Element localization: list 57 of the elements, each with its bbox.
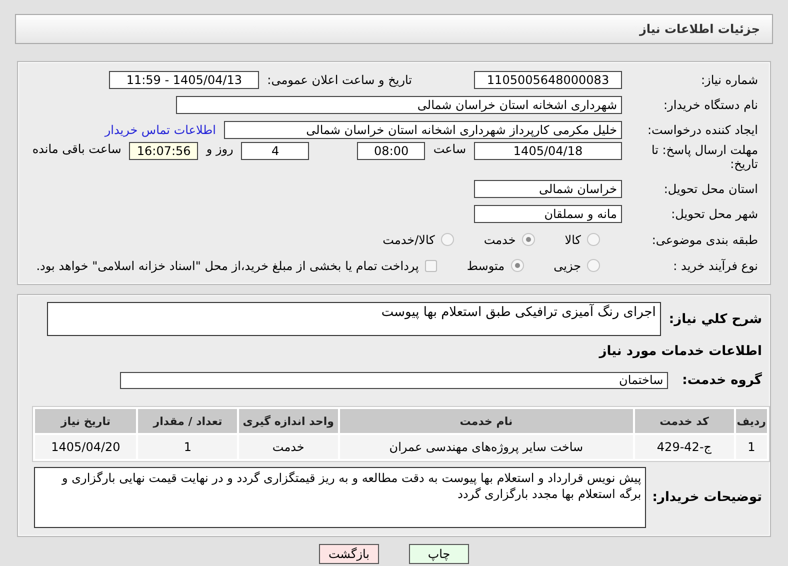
radio-button[interactable] <box>587 259 600 272</box>
section-heading: اطلاعات خدمات مورد نیاز <box>599 344 762 358</box>
province-field: خراسان شمالی <box>474 180 622 198</box>
payment-option-label: پرداخت تمام یا بخشی از مبلغ خرید،از محل "اسناد خزانه اسلامی" خواهد بود. <box>36 258 419 272</box>
service-group-field: ساختمان <box>120 372 668 388</box>
column-header: واحد اندازه گیری <box>239 409 338 433</box>
radio-button[interactable] <box>587 233 600 246</box>
radio-label: کالا/خدمت <box>382 232 435 246</box>
need-number-field: 1105005648000083 <box>474 70 622 88</box>
summary-label: شرح كلي نياز: <box>668 311 762 327</box>
city-field: مانه و سملقان <box>474 204 622 222</box>
buyer-notes-textarea: پیش نویس قرارداد و استعلام بها پیوست به دقت مطالعه و به ریز قیمتگزاری گردد و در نهایت قیمت نهایی بارگزاری و برگه استعلام بها مجدد بارگزاری گردد <box>34 467 646 528</box>
table-cell: ج-42-429 <box>634 435 734 459</box>
page-title: جزئیات اطلاعات نیاز <box>639 22 760 36</box>
radio-label: خدمت <box>484 232 516 246</box>
field-label: تاریخ و ساعت اعلان عمومی: <box>267 72 412 86</box>
field-label: مهلت ارسال پاسخ: تا تاریخ: <box>650 142 758 171</box>
field-label: طبقه بندی موضوعی: <box>650 232 758 246</box>
table-cell: 1 <box>736 435 767 459</box>
radio-button[interactable] <box>522 233 535 246</box>
print-button[interactable]: چاپ <box>409 544 469 564</box>
field-label: ساعت باقی مانده <box>32 142 122 156</box>
table-cell: 1 <box>138 435 238 459</box>
field-label: ساعت <box>433 142 466 156</box>
back-button[interactable]: بازگشت <box>319 544 379 564</box>
payment-checkbox[interactable] <box>424 260 437 272</box>
field-label: توضیحات خریدار: <box>652 490 762 505</box>
field-label: استان محل تحویل: <box>662 182 758 196</box>
field-label: نوع فرآیند خرید : <box>672 258 758 272</box>
deadline-date-field: 1405/04/18 <box>474 142 622 160</box>
table-cell: 1405/04/20 <box>35 435 136 459</box>
radio-button[interactable] <box>440 233 454 246</box>
field-label: شماره نیاز: <box>700 72 758 86</box>
field-label: گروه خدمت: <box>682 372 762 388</box>
field-label: ایجاد کننده درخواست: <box>646 122 758 136</box>
column-header: تعداد / مقدار <box>138 409 238 433</box>
field-label: شهر محل تحویل: <box>670 206 758 220</box>
days-field: 4 <box>241 142 310 160</box>
deadline-time-field: 08:00 <box>357 142 426 160</box>
radio-label: متوسط <box>466 258 505 272</box>
column-header: نام خدمت <box>340 409 633 433</box>
remaining-time-field: 16:07:56 <box>129 142 198 160</box>
radio-label: جزیی <box>554 258 581 272</box>
radio-button[interactable] <box>510 259 524 272</box>
buyer-org-field: شهرداری اشخانه استان خراسان شمالی <box>176 96 622 114</box>
requester-field: خلیل مکرمی کارپرداز شهرداری اشخانه استان خراسان شمالی <box>224 120 622 138</box>
table-cell: ساخت سایر پروژه‌های مهندسی عمران <box>340 435 633 459</box>
buyer-contact-link[interactable]: اطلاعات تماس خریدار <box>104 122 216 136</box>
column-header: کد خدمت <box>634 409 734 433</box>
column-header: ردیف <box>736 409 767 433</box>
column-header: تاریخ نیاز <box>35 409 136 433</box>
field-label: روز و <box>206 142 234 156</box>
announce-date-field: 1405/04/13 - 11:59 <box>109 70 260 88</box>
field-label: نام دستگاه خریدار: <box>662 98 758 112</box>
table-cell: خدمت <box>239 435 338 459</box>
radio-label: کالا <box>564 232 581 246</box>
summary-textarea: اجرای رنگ آمیزی ترافیکی طبق استعلام بها پیوست <box>46 302 661 336</box>
